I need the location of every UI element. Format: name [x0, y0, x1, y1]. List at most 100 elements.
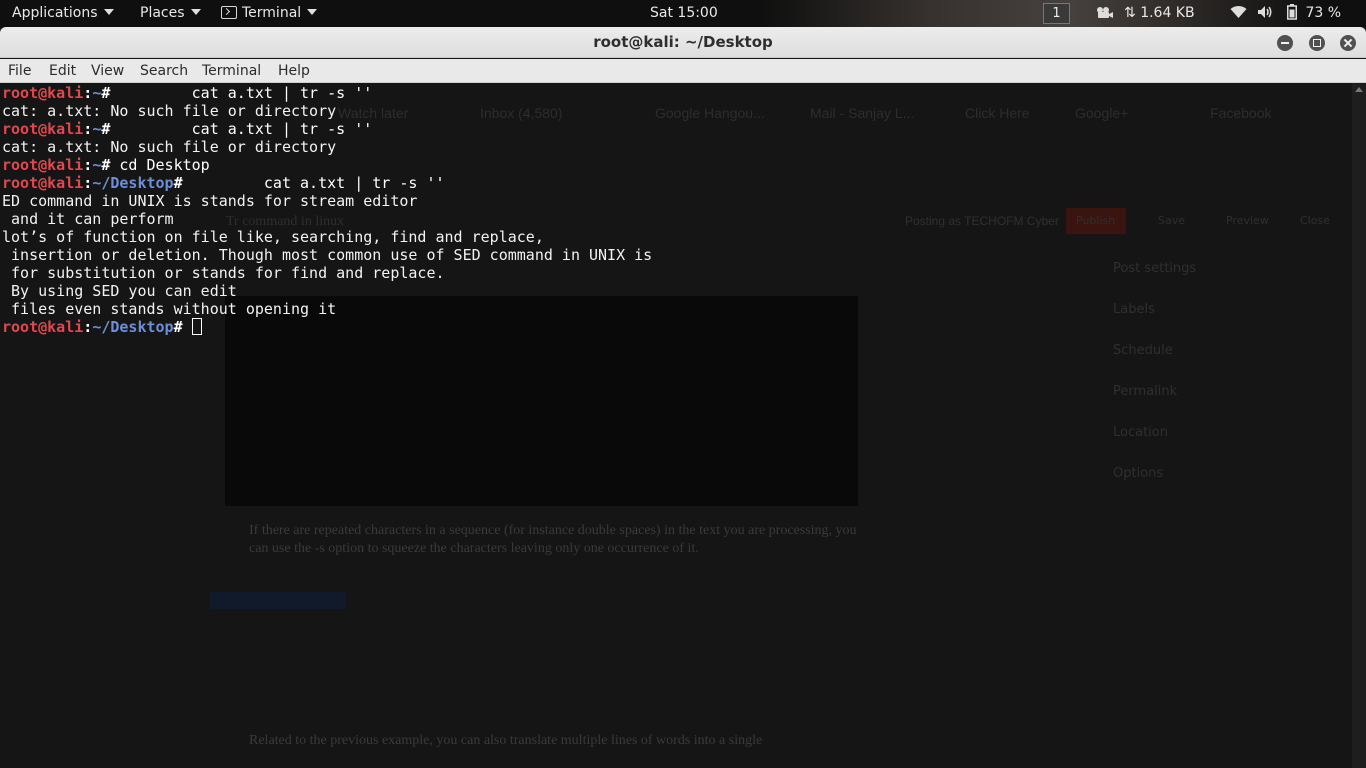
top-panel: Applications Places Terminal Sat 15:00 1…: [0, 0, 1366, 27]
output-text: By using SED you can edit: [2, 282, 237, 300]
close-button[interactable]: [1340, 35, 1356, 51]
scroll-up-arrow-icon[interactable]: [1355, 87, 1363, 92]
window-title: root@kali: ~/Desktop: [593, 33, 773, 51]
prompt-line: root@kali:~# cat a.txt | tr -s '': [2, 84, 652, 102]
prompt-separator: :: [83, 84, 93, 102]
menu-bar: File Edit View Search Terminal Help: [0, 59, 1366, 83]
background-tab: Google Hangou...: [655, 105, 765, 121]
prompt-separator: :: [83, 318, 93, 336]
clock[interactable]: Sat 15:00: [650, 0, 718, 27]
background-tab: Google+: [1075, 105, 1129, 121]
command-text: cd Desktop: [110, 156, 210, 174]
menu-file[interactable]: File: [8, 59, 31, 83]
workspace-indicator[interactable]: 1: [1043, 0, 1070, 27]
prompt-user: root@kali: [2, 318, 84, 336]
background-sidebar-item: Permalink: [1113, 384, 1178, 399]
background-button: Save: [1158, 214, 1186, 227]
places-menu[interactable]: Places: [140, 0, 201, 27]
battery-indicator[interactable]: 73 %: [1287, 0, 1341, 27]
prompt-user: root@kali: [2, 84, 84, 102]
prompt-path: ~: [92, 84, 102, 102]
text-cursor: [191, 318, 202, 335]
command-text: cat a.txt | tr -s '': [182, 174, 445, 192]
background-button: Close: [1300, 214, 1330, 227]
minimize-button[interactable]: [1277, 35, 1293, 51]
applications-menu[interactable]: Applications: [12, 0, 114, 27]
prompt-user: root@kali: [2, 156, 84, 174]
background-posting-as: Posting as TECHOFM Cyber: [905, 214, 1059, 228]
prompt-path: ~/Desktop: [92, 174, 174, 192]
prompt-line: root@kali:~/Desktop# cat a.txt | tr -s '…: [2, 174, 652, 192]
terminal-app-label: Terminal: [242, 5, 302, 21]
output-line: files even stands without opening it: [2, 300, 652, 318]
output-line: cat: a.txt: No such file or directory: [2, 102, 652, 120]
battery-percent: 73 %: [1305, 5, 1342, 21]
command-text: cat a.txt | tr -s '': [110, 120, 373, 138]
volume-icon[interactable]: [1257, 0, 1275, 27]
prompt-line: root@kali:~/Desktop#: [2, 318, 652, 336]
prompt-line: root@kali:~# cat a.txt | tr -s '': [2, 120, 652, 138]
maximize-button[interactable]: [1309, 35, 1325, 51]
network-speed-value: 1.64 KB: [1140, 5, 1195, 21]
output-line: and it can perform: [2, 210, 652, 228]
command-text: [183, 318, 192, 336]
menu-help[interactable]: Help: [278, 59, 310, 83]
prompt-path: ~: [92, 120, 102, 138]
terminal-app-menu[interactable]: Terminal: [221, 0, 318, 27]
background-sidebar-item: Options: [1113, 466, 1164, 481]
background-sidebar-item: Labels: [1113, 302, 1155, 317]
prompt-symbol: #: [173, 318, 183, 336]
background-sidebar-item: Schedule: [1113, 343, 1173, 358]
menu-search[interactable]: Search: [140, 59, 188, 83]
menu-edit[interactable]: Edit: [49, 59, 76, 83]
prompt-separator: :: [83, 174, 93, 192]
output-text: and it can perform: [2, 210, 174, 228]
updown-arrows-icon: ⇅: [1124, 5, 1136, 21]
places-label: Places: [140, 5, 185, 21]
title-bar[interactable]: root@kali: ~/Desktop: [0, 27, 1366, 58]
background-tab: Facebook: [1210, 105, 1272, 121]
output-line: for substitution or stands for find and …: [2, 264, 652, 282]
output-text: cat: a.txt: No such file or directory: [2, 138, 337, 156]
prompt-line: root@kali:~# cd Desktop: [2, 156, 652, 174]
output-line: ED command in UNIX is stands for stream …: [2, 192, 652, 210]
terminal-output[interactable]: Watch later Inbox (4,580) Google Hangou...…: [0, 83, 1366, 768]
background-highlight: [210, 592, 346, 609]
prompt-separator: :: [83, 120, 93, 138]
prompt-symbol: #: [173, 174, 183, 192]
background-tab: Click Here: [965, 105, 1030, 121]
command-text: cat a.txt | tr -s '': [110, 84, 373, 102]
output-text: for substitution or stands for find and …: [2, 264, 445, 282]
wifi-icon[interactable]: [1230, 0, 1247, 27]
output-text: cat: a.txt: No such file or directory: [2, 102, 337, 120]
chevron-down-icon: [307, 9, 318, 15]
terminal-lines: root@kali:~# cat a.txt | tr -s '' cat: a.…: [2, 84, 652, 336]
terminal-icon: [221, 6, 237, 19]
menu-view[interactable]: View: [91, 59, 124, 83]
output-line: cat: a.txt: No such file or directory: [2, 138, 652, 156]
prompt-path: ~/Desktop: [92, 318, 174, 336]
background-sidebar-item: Location: [1113, 425, 1168, 440]
chevron-down-icon: [190, 9, 201, 15]
applications-label: Applications: [12, 5, 98, 21]
background-paragraph-1: If there are repeated characters in a se…: [249, 523, 857, 556]
prompt-user: root@kali: [2, 174, 84, 192]
scrollbar[interactable]: [1352, 83, 1366, 768]
background-sidebar-item: Post settings: [1113, 261, 1197, 276]
output-text: lot’s of function on file like, searchin…: [2, 228, 544, 246]
output-line: By using SED you can edit: [2, 282, 652, 300]
output-text: insertion or deletion. Though most commo…: [2, 246, 653, 264]
background-tab: Mail - Sanjay L...: [810, 105, 915, 121]
prompt-separator: :: [83, 156, 93, 174]
prompt-path: ~: [92, 156, 102, 174]
output-text: files even stands without opening it: [2, 300, 337, 318]
output-line: lot’s of function on file like, searchin…: [2, 228, 652, 246]
background-paragraph-2: Related to the previous example, you can…: [249, 733, 763, 748]
prompt-user: root@kali: [2, 120, 84, 138]
network-speed[interactable]: ⇅ 1.64 KB: [1124, 0, 1195, 27]
output-text: ED command in UNIX is stands for stream …: [2, 192, 418, 210]
chevron-down-icon: [103, 9, 114, 15]
menu-terminal[interactable]: Terminal: [202, 59, 261, 83]
output-line: insertion or deletion. Though most commo…: [2, 246, 652, 264]
camera-icon[interactable]: [1096, 0, 1114, 27]
